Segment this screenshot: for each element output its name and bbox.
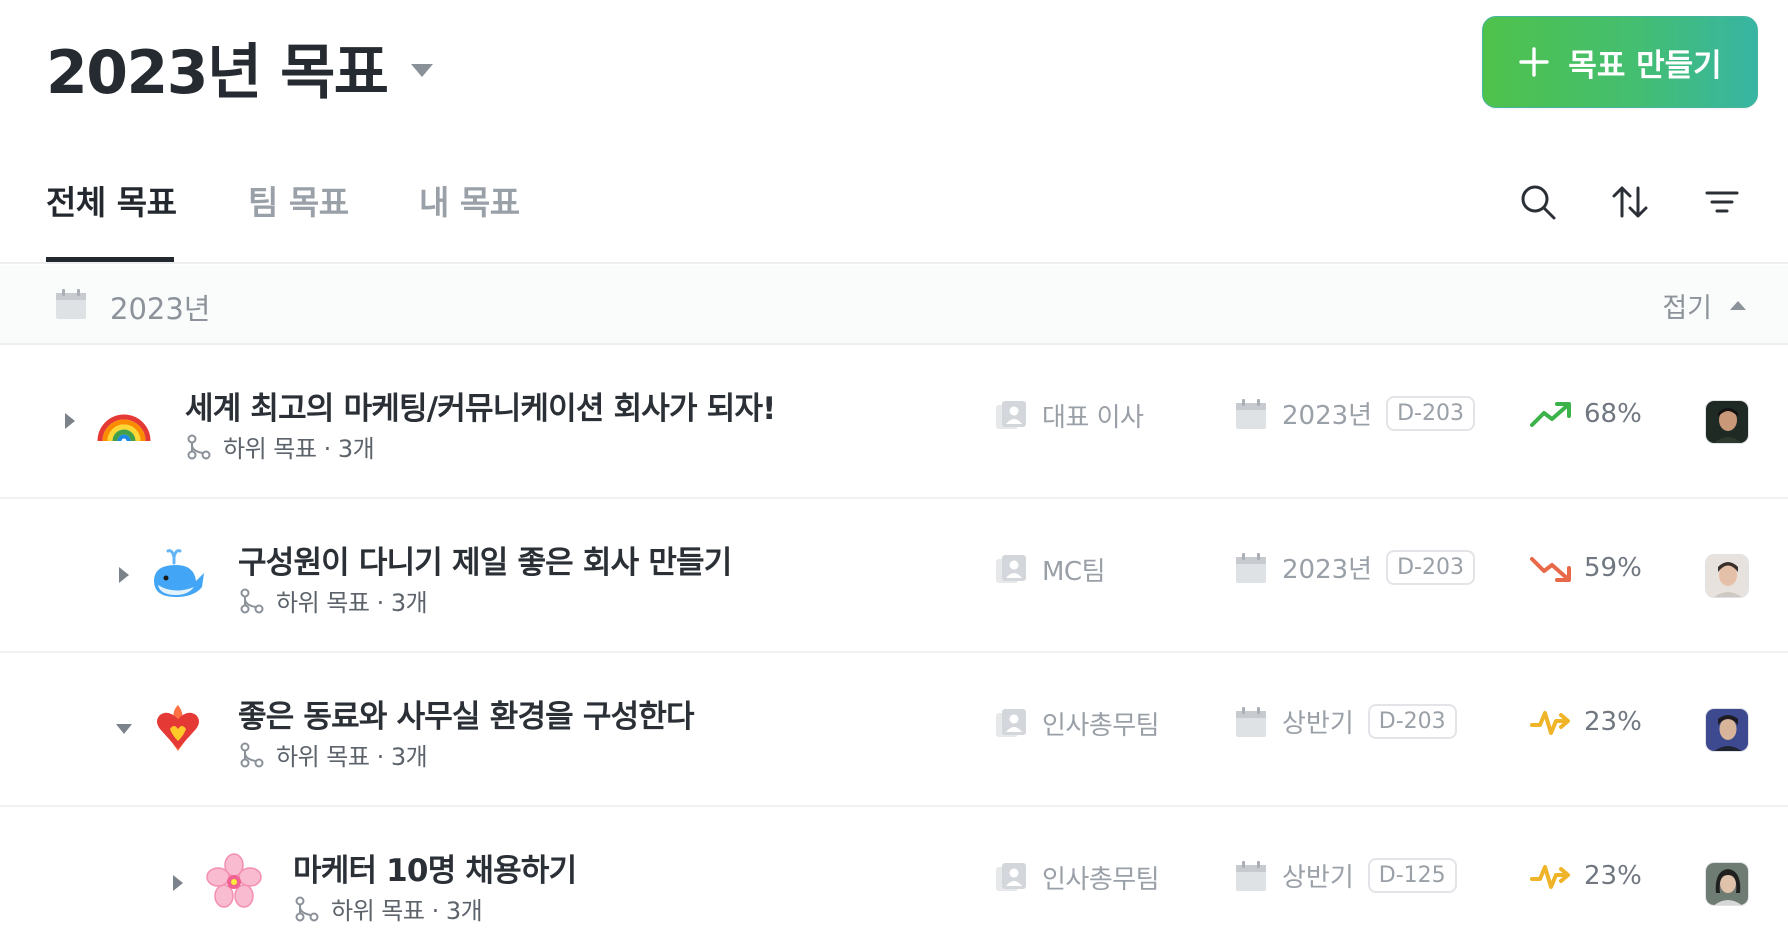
- sub-goals-count[interactable]: 하위 목표 · 3개: [238, 583, 428, 618]
- avatar[interactable]: [1705, 862, 1749, 906]
- sort-icon[interactable]: [1608, 180, 1652, 224]
- chevron-up-icon: [1730, 301, 1746, 310]
- goal-period: 2023년 D-203: [1234, 549, 1475, 586]
- dday-badge: D-203: [1386, 550, 1475, 585]
- search-icon[interactable]: [1516, 180, 1560, 224]
- cherry-blossom-icon: [206, 853, 262, 908]
- collapse-toggle-row[interactable]: [112, 717, 136, 741]
- avatar[interactable]: [1705, 708, 1749, 752]
- calendar-icon: [1236, 552, 1266, 583]
- active-tab-indicator: [46, 257, 174, 262]
- title-dropdown[interactable]: 2023년 목표: [46, 24, 434, 111]
- caret-right-icon: [173, 875, 183, 891]
- sub-goals-label: 하위 목표 · 3개: [223, 435, 375, 463]
- calendar-icon: [1236, 860, 1266, 891]
- goal-title[interactable]: 마케터 10명 채용하기: [293, 845, 577, 890]
- team-icon: [996, 400, 1026, 429]
- goal-progress: 23%: [1530, 859, 1642, 893]
- team-icon: [996, 708, 1026, 737]
- goal-progress: 59%: [1530, 551, 1642, 585]
- goal-title[interactable]: 구성원이 다니기 제일 좋은 회사 만들기: [238, 537, 732, 582]
- avatar[interactable]: [1705, 400, 1749, 444]
- plus-icon: [1519, 47, 1549, 77]
- whale-icon: [154, 549, 204, 597]
- period-label: 2023년: [1282, 555, 1373, 585]
- sub-goals-count[interactable]: 하위 목표 · 3개: [238, 737, 428, 772]
- tab-all-goals[interactable]: 전체 목표: [46, 176, 177, 224]
- goal-period: 상반기 D-125: [1234, 857, 1457, 894]
- goal-title[interactable]: 좋은 동료와 사무실 환경을 구성한다: [238, 691, 695, 736]
- tab-bar: 전체 목표 팀 목표 내 목표: [0, 150, 1788, 264]
- goal-owner-team: 인사총무팀: [994, 705, 1160, 742]
- period-label: 상반기: [1282, 863, 1354, 893]
- group-header: 2023년 접기: [0, 265, 1788, 345]
- calendar-icon: [1236, 706, 1266, 737]
- progress-value: 23%: [1584, 861, 1642, 891]
- branch-icon: [187, 434, 211, 459]
- team-label: MC팀: [1042, 557, 1106, 587]
- heart-on-fire-icon: [157, 705, 199, 751]
- avatar[interactable]: [1705, 554, 1749, 598]
- branch-icon: [240, 588, 264, 613]
- tab-team-goals[interactable]: 팀 목표: [248, 176, 349, 224]
- calendar-icon: [56, 289, 86, 319]
- goal-progress: 23%: [1530, 705, 1642, 739]
- goal-period: 상반기 D-203: [1234, 703, 1457, 740]
- create-goal-button[interactable]: 목표 만들기: [1482, 16, 1758, 108]
- team-label: 인사총무팀: [1042, 865, 1160, 895]
- dday-badge: D-125: [1367, 858, 1457, 893]
- sub-goals-label: 하위 목표 · 3개: [276, 589, 428, 617]
- trend-flat-icon: [1530, 711, 1570, 735]
- caret-right-icon: [119, 567, 129, 583]
- tab-my-goals[interactable]: 내 목표: [419, 176, 520, 224]
- dday-badge: D-203: [1386, 396, 1475, 431]
- rainbow-icon: [97, 414, 151, 442]
- goal-title[interactable]: 세계 최고의 마케팅/커뮤니케이션 회사가 되자!: [185, 383, 776, 428]
- sub-goals-count[interactable]: 하위 목표 · 3개: [293, 891, 483, 926]
- caret-right-icon: [65, 413, 75, 429]
- group-label: 2023년: [110, 292, 211, 326]
- goal-owner-team: 대표 이사: [994, 397, 1144, 434]
- goal-row[interactable]: 마케터 10명 채용하기 하위 목표 · 3개 인사총무팀 상반기 D-125 …: [0, 807, 1788, 934]
- page-header: 2023년 목표 목표 만들기: [0, 0, 1788, 130]
- progress-value: 23%: [1584, 707, 1642, 737]
- sub-goals-count[interactable]: 하위 목표 · 3개: [185, 429, 375, 464]
- dday-badge: D-203: [1367, 704, 1457, 739]
- goal-progress: 68%: [1530, 397, 1642, 431]
- goal-row[interactable]: 구성원이 다니기 제일 좋은 회사 만들기 하위 목표 · 3개 MC팀 202…: [0, 499, 1788, 653]
- trend-down-icon: [1530, 557, 1571, 582]
- period-label: 상반기: [1282, 709, 1354, 739]
- progress-value: 68%: [1584, 399, 1642, 429]
- progress-value: 59%: [1584, 553, 1642, 583]
- expand-toggle[interactable]: [166, 871, 190, 895]
- trend-flat-icon: [1530, 865, 1570, 889]
- goal-row[interactable]: 세계 최고의 마케팅/커뮤니케이션 회사가 되자! 하위 목표 · 3개 대표 …: [0, 345, 1788, 499]
- sub-goals-label: 하위 목표 · 3개: [331, 897, 483, 925]
- goal-owner-team: 인사총무팀: [994, 859, 1160, 896]
- team-icon: [996, 554, 1026, 583]
- branch-icon: [240, 742, 264, 767]
- goal-owner-team: MC팀: [994, 551, 1106, 588]
- create-goal-label: 목표 만들기: [1568, 47, 1722, 84]
- goals-page: 2023년 목표 목표 만들기 전체 목표 팀 목표 내 목표 2023년 접기…: [0, 0, 1788, 934]
- collapse-toggle[interactable]: 접기: [1662, 286, 1746, 325]
- trend-up-icon: [1530, 402, 1571, 427]
- goal-period: 2023년 D-203: [1234, 395, 1475, 432]
- sub-goals-label: 하위 목표 · 3개: [276, 743, 428, 771]
- collapse-label: 접기: [1662, 293, 1712, 324]
- caret-down-icon: [116, 724, 132, 734]
- team-label: 대표 이사: [1042, 403, 1144, 433]
- chevron-down-icon[interactable]: [411, 64, 434, 77]
- team-label: 인사총무팀: [1042, 711, 1160, 741]
- expand-toggle[interactable]: [58, 409, 82, 433]
- calendar-icon: [1236, 398, 1266, 429]
- filter-icon[interactable]: [1700, 180, 1744, 224]
- branch-icon: [295, 896, 319, 921]
- period-label: 2023년: [1282, 401, 1373, 431]
- expand-toggle[interactable]: [112, 563, 136, 587]
- team-icon: [996, 862, 1026, 891]
- page-title: 2023년 목표: [46, 38, 389, 108]
- goal-row[interactable]: 좋은 동료와 사무실 환경을 구성한다 하위 목표 · 3개 인사총무팀 상반기…: [0, 653, 1788, 807]
